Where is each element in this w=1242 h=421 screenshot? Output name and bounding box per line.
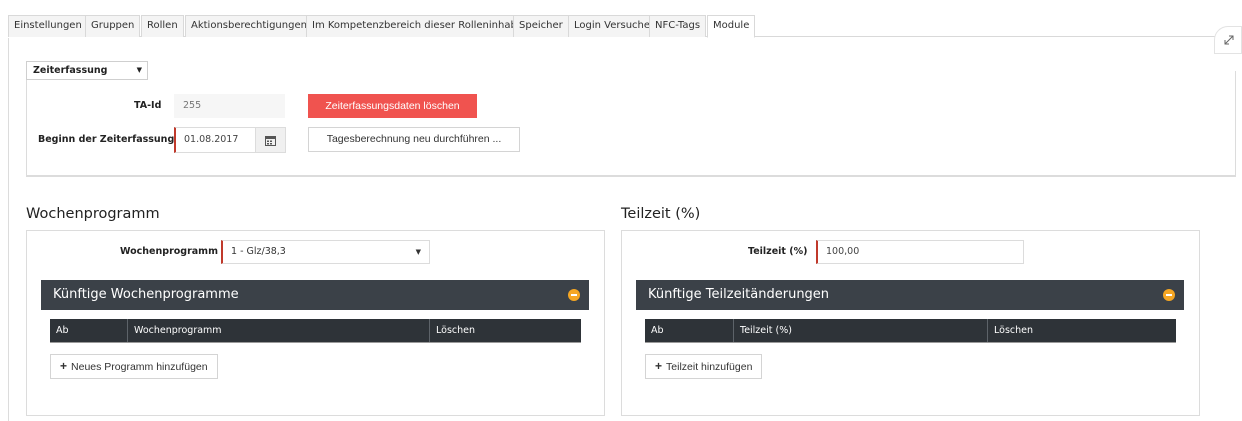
weekly-program-select[interactable]: 1 - Glz/38,3 ▼ (221, 240, 430, 264)
module-form-box (26, 71, 1236, 176)
plus-icon: + (60, 359, 68, 373)
future-weekly-title: Künftige Wochenprogramme (53, 287, 239, 302)
divider (26, 176, 1236, 177)
add-parttime-button[interactable]: + Teilzeit hinzufügen (645, 354, 763, 379)
tab-login-versuche[interactable]: Login Versuche (568, 15, 657, 37)
tab-bar: Einstellungen Gruppen Rollen Aktionsbere… (8, 12, 1242, 38)
add-program-label: Neues Programm hinzufügen (71, 361, 208, 373)
future-parttime-header: Künftige Teilzeitänderungen (636, 280, 1184, 310)
module-select[interactable]: Zeiterfassung ▼ (26, 61, 148, 80)
parttime-field[interactable]: 100,00 (816, 240, 1024, 264)
column-header: Ab (56, 325, 69, 336)
calendar-icon (265, 136, 276, 146)
column-header: Ab (651, 325, 664, 336)
tab-rollen[interactable]: Rollen (141, 15, 184, 37)
column-header: Teilzeit (%) (733, 319, 987, 342)
future-weekly-header: Künftige Wochenprogramme (41, 280, 589, 310)
collapse-icon[interactable] (1163, 289, 1175, 301)
parttime-section-title: Teilzeit (%) (621, 206, 701, 222)
column-header: Löschen (429, 319, 581, 342)
column-header: Wochenprogramm (127, 319, 429, 342)
add-parttime-label: Teilzeit hinzufügen (666, 361, 753, 373)
recalculate-button[interactable]: Tagesberechnung neu durchführen ... (308, 127, 520, 152)
future-weekly-table-header: Ab Wochenprogramm Löschen (50, 319, 581, 343)
ta-id-field: 255 (174, 94, 285, 118)
tab-aktionsberechtigungen[interactable]: Aktionsberechtigungen (185, 15, 313, 37)
future-parttime-title: Künftige Teilzeitänderungen (648, 287, 830, 302)
collapse-icon[interactable] (568, 289, 580, 301)
start-date-field[interactable]: 01.08.2017 (174, 127, 256, 153)
plus-icon: + (655, 359, 663, 373)
tab-nfc-tags[interactable]: NFC-Tags (649, 15, 707, 37)
calendar-button[interactable] (255, 127, 286, 153)
delete-timetracking-button[interactable]: Zeiterfassungsdaten löschen (308, 94, 477, 118)
parttime-field-label: Teilzeit (%) (748, 246, 808, 257)
weekly-section-title: Wochenprogramm (26, 206, 160, 222)
future-parttime-table-header: Ab Teilzeit (%) Löschen (645, 319, 1176, 343)
module-select-value: Zeiterfassung (33, 65, 108, 76)
weekly-program-value: 1 - Glz/38,3 (231, 246, 286, 257)
tab-kompetenzbereich[interactable]: Im Kompetenzbereich dieser Rolleninhaber (306, 15, 534, 37)
chevron-down-icon: ▼ (136, 66, 142, 74)
start-date-label: Beginn der Zeiterfassung (38, 134, 175, 145)
ta-id-label: TA-Id (134, 100, 162, 111)
tab-module[interactable]: Module (707, 15, 756, 38)
tab-gruppen[interactable]: Gruppen (85, 15, 141, 37)
chevron-down-icon: ▼ (415, 248, 421, 256)
tab-speicher[interactable]: Speicher (513, 15, 569, 37)
add-program-button[interactable]: + Neues Programm hinzufügen (50, 354, 218, 379)
weekly-field-label: Wochenprogramm (120, 246, 218, 257)
tab-einstellungen[interactable]: Einstellungen (8, 15, 88, 37)
column-header: Löschen (987, 319, 1176, 342)
